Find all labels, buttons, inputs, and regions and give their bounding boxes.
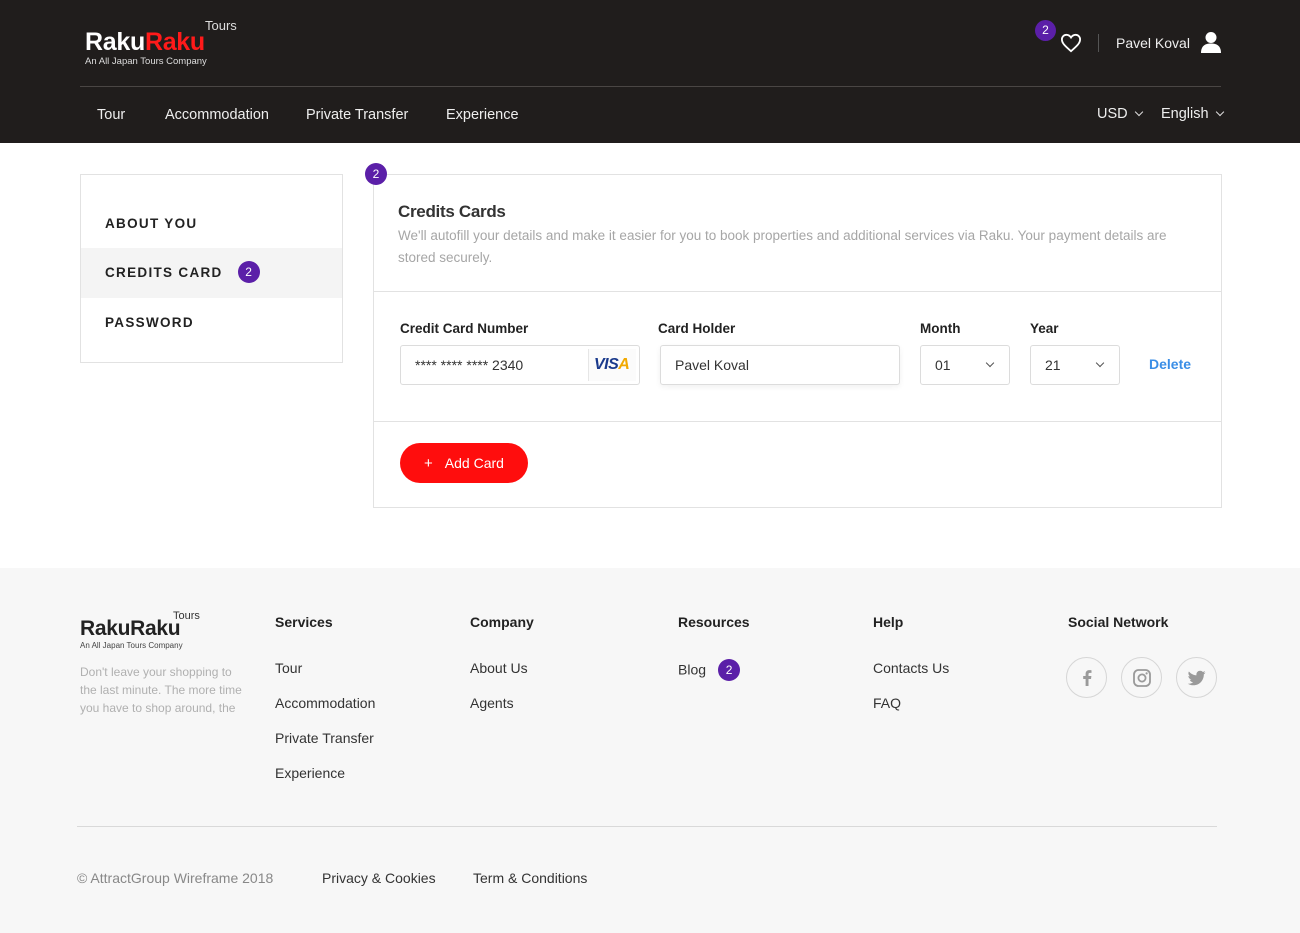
currency-select[interactable]: USD [1097, 106, 1143, 122]
nav-experience[interactable]: Experience [446, 107, 519, 123]
divider [374, 291, 1221, 292]
month-select[interactable]: 01 [920, 345, 1010, 385]
account-sidebar: ABOUT YOU CREDITS CARD 2 PASSWORD [80, 174, 343, 363]
footer-logo[interactable]: Tours RakuRaku An All Japan Tours Compan… [80, 610, 210, 650]
month-label: Month [920, 321, 961, 336]
instagram-icon[interactable] [1121, 657, 1162, 698]
facebook-icon[interactable] [1066, 657, 1107, 698]
user-name[interactable]: Pavel Koval [1116, 35, 1190, 51]
nav-accommodation[interactable]: Accommodation [165, 107, 269, 123]
credit-cards-panel: Credits Cards We'll autofill your detail… [373, 174, 1222, 508]
chevron-down-icon [1134, 107, 1143, 117]
footer-heading-social: Social Network [1068, 614, 1169, 630]
footer-tagline: Don't leave your shopping to the last mi… [80, 665, 242, 715]
wishlist-badge: 2 [1035, 20, 1056, 41]
chevron-down-icon [1215, 107, 1224, 117]
notification-badge: 2 [237, 261, 260, 284]
footer-link-blog[interactable]: Blog 2 [678, 659, 741, 682]
header-divider [80, 86, 1221, 87]
footer-link-tour[interactable]: Tour [275, 660, 302, 676]
user-icon[interactable] [1200, 31, 1222, 53]
logo-tours: Tours [205, 18, 237, 33]
card-number-field[interactable]: **** **** **** 2340 VISA [400, 345, 640, 385]
footer-heading-resources: Resources [678, 614, 750, 630]
nav-tour[interactable]: Tour [97, 107, 125, 123]
header-separator [1098, 34, 1099, 52]
add-card-button[interactable]: + Add Card [400, 443, 528, 483]
notification-badge: 2 [718, 659, 741, 681]
visa-icon: VISA [588, 349, 636, 381]
sidebar-item-password[interactable]: PASSWORD [81, 298, 342, 348]
panel-description: We'll autofill your details and make it … [398, 228, 1167, 265]
language-select[interactable]: English [1161, 106, 1224, 122]
delete-card-button[interactable]: Delete [1149, 356, 1191, 372]
divider [374, 421, 1221, 422]
logo[interactable]: Tours RakuRaku An All Japan Tours Compan… [85, 17, 255, 72]
footer-divider [77, 826, 1217, 827]
footer-link-about-us[interactable]: About Us [470, 660, 528, 676]
site-header: Tours RakuRaku An All Japan Tours Compan… [0, 0, 1300, 143]
card-number-label: Credit Card Number [400, 321, 529, 336]
sidebar-item-credits-card[interactable]: CREDITS CARD 2 [81, 248, 342, 298]
card-holder-field[interactable]: Pavel Koval [660, 345, 900, 385]
logo-subtitle: An All Japan Tours Company [85, 56, 207, 67]
nav-private-transfer[interactable]: Private Transfer [306, 107, 408, 123]
copyright: © AttractGroup Wireframe 2018 [77, 870, 274, 886]
sidebar-item-about-you[interactable]: ABOUT YOU [81, 199, 342, 249]
footer-link-faq[interactable]: FAQ [873, 695, 901, 711]
terms-link[interactable]: Term & Conditions [473, 870, 587, 886]
logo-wordmark: RakuRaku [85, 28, 205, 56]
chevron-down-icon [985, 358, 995, 368]
panel-title: Credits Cards [398, 202, 506, 221]
plus-icon: + [424, 455, 433, 472]
footer-link-agents[interactable]: Agents [470, 695, 514, 711]
notification-badge: 2 [365, 163, 387, 185]
heart-icon[interactable] [1060, 33, 1082, 53]
footer-link-accommodation[interactable]: Accommodation [275, 695, 375, 711]
privacy-link[interactable]: Privacy & Cookies [322, 870, 436, 886]
site-footer: Tours RakuRaku An All Japan Tours Compan… [0, 568, 1300, 933]
card-holder-label: Card Holder [658, 321, 736, 336]
footer-heading-company: Company [470, 614, 534, 630]
year-select[interactable]: 21 [1030, 345, 1120, 385]
year-label: Year [1030, 321, 1059, 336]
footer-link-contacts-us[interactable]: Contacts Us [873, 660, 949, 676]
footer-link-private-transfer[interactable]: Private Transfer [275, 730, 374, 746]
footer-heading-services: Services [275, 614, 333, 630]
footer-link-experience[interactable]: Experience [275, 765, 345, 781]
footer-heading-help: Help [873, 614, 904, 630]
chevron-down-icon [1095, 358, 1105, 368]
twitter-icon[interactable] [1176, 657, 1217, 698]
